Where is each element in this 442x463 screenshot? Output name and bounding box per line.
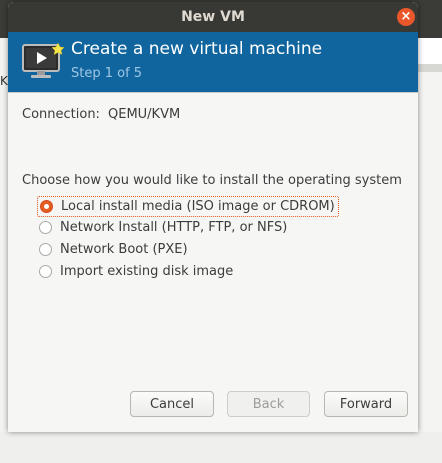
forward-button[interactable]: Forward bbox=[324, 391, 408, 417]
cancel-button[interactable]: Cancel bbox=[130, 391, 214, 417]
radio-label: Import existing disk image bbox=[60, 264, 234, 279]
close-icon[interactable]: × bbox=[397, 8, 415, 26]
radio-label: Network Install (HTTP, FTP, or NFS) bbox=[60, 220, 288, 235]
parent-window-right-panel bbox=[418, 72, 442, 432]
radio-network-boot[interactable]: Network Boot (PXE) bbox=[37, 240, 188, 259]
install-method-prompt: Choose how you would like to install the… bbox=[22, 173, 402, 188]
wizard-title: Create a new virtual machine bbox=[71, 39, 323, 59]
wizard-banner: Create a new virtual machine Step 1 of 5 bbox=[8, 32, 418, 92]
radio-button-selected[interactable] bbox=[40, 200, 53, 213]
back-button[interactable]: Back bbox=[227, 391, 310, 417]
radio-button[interactable] bbox=[39, 221, 52, 234]
radio-label: Local install media (ISO image or CDROM) bbox=[61, 199, 335, 214]
radio-button[interactable] bbox=[39, 265, 52, 278]
radio-label: Network Boot (PXE) bbox=[60, 242, 188, 257]
banner-divider bbox=[8, 92, 418, 93]
connection-value: QEMU/KVM bbox=[108, 107, 181, 122]
dialog-title: New VM bbox=[181, 9, 245, 25]
connection-label: Connection: bbox=[22, 107, 100, 122]
parent-window-right-divider bbox=[418, 64, 442, 72]
new-vm-dialog: New VM × Create a new virtual machine St… bbox=[8, 2, 418, 432]
radio-button[interactable] bbox=[39, 243, 52, 256]
dialog-titlebar[interactable]: New VM × bbox=[8, 2, 418, 32]
radio-network-install[interactable]: Network Install (HTTP, FTP, or NFS) bbox=[37, 218, 287, 237]
parent-window-bottom bbox=[0, 432, 442, 463]
radio-local-install-media[interactable]: Local install media (ISO image or CDROM) bbox=[37, 196, 339, 217]
parent-window-right-edge bbox=[418, 38, 442, 64]
parent-window-left-edge bbox=[0, 38, 8, 463]
radio-import-disk-image[interactable]: Import existing disk image bbox=[37, 262, 233, 281]
wizard-step: Step 1 of 5 bbox=[71, 66, 143, 81]
new-vm-monitor-icon bbox=[22, 42, 65, 78]
